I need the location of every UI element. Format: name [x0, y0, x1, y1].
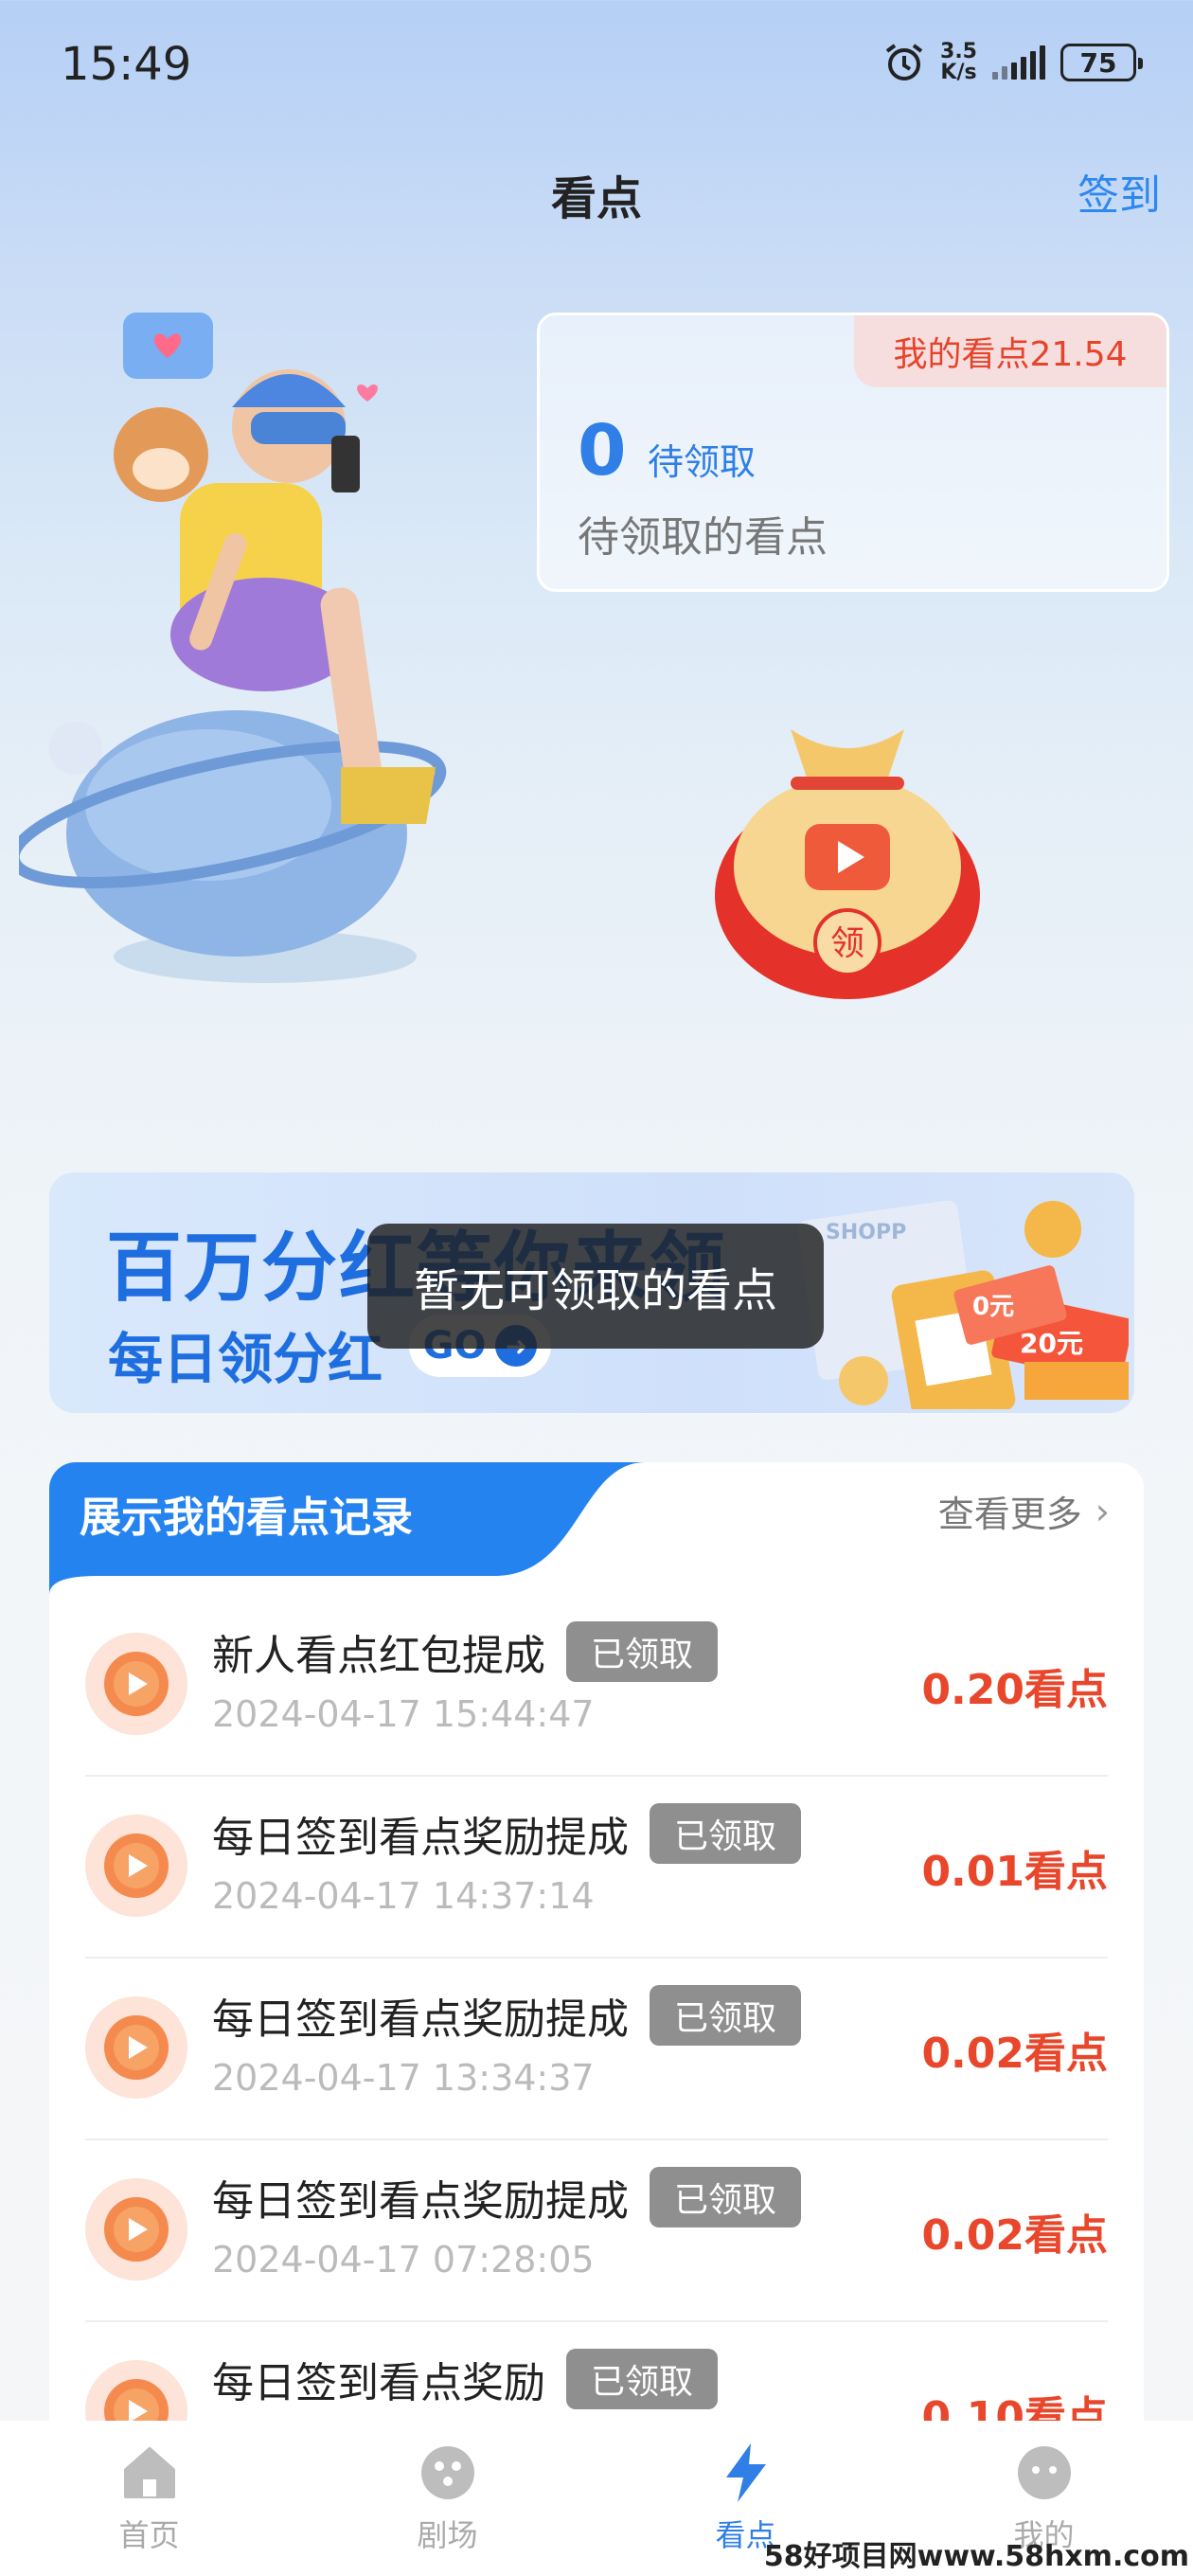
- my-points-badge: 我的看点21.54: [854, 315, 1166, 387]
- records-title: 展示我的看点记录: [80, 1494, 413, 1542]
- banner-subline: 每日领分红: [108, 1327, 383, 1391]
- record-amount: 0.02看点: [921, 2211, 1108, 2260]
- record-name: 每日签到看点奖励提成: [212, 2177, 629, 2226]
- record-row[interactable]: 每日签到看点奖励提成 已领取 2024-04-17 13:34:37 0.02看点: [85, 1959, 1108, 2140]
- nav-theater[interactable]: 剧场: [298, 2421, 596, 2576]
- status-badge: 已领取: [650, 2167, 802, 2227]
- status-badge: 已领取: [650, 1985, 802, 2046]
- sign-in-button[interactable]: 签到: [1077, 161, 1161, 222]
- theater-icon: [420, 2446, 474, 2499]
- status-badge: 已领取: [566, 1621, 719, 1682]
- svg-text:20元: 20元: [1020, 1328, 1083, 1359]
- svg-text:SHOPP: SHOPP: [826, 1221, 906, 1244]
- record-row[interactable]: 每日签到看点奖励提成 已领取 2024-04-17 14:37:14 0.01看点: [85, 1777, 1108, 1959]
- toast-message: 暂无可领取的看点: [367, 1224, 824, 1349]
- nav-label: 剧场: [417, 2517, 478, 2553]
- coin-icon: [85, 1815, 187, 1917]
- chevron-right-icon: ›: [1095, 1490, 1110, 1532]
- watermark: 58好项目网www.58hxm.com: [763, 2540, 1189, 2573]
- page-title: 看点: [550, 172, 642, 225]
- nav-label: 首页: [118, 2517, 180, 2553]
- records-card: 展示我的看点记录 查看更多 › 新人看点红包提成 已领取 2024-04-17 15:…: [49, 1462, 1144, 2576]
- record-amount: 0.02看点: [921, 2030, 1108, 2078]
- record-date: 2024-04-17 13:34:37: [212, 2057, 595, 2099]
- svg-text:0元: 0元: [972, 1293, 1014, 1321]
- status-badge: 已领取: [650, 1803, 802, 1864]
- signal-icon: [992, 45, 1045, 80]
- status-time: 15:49: [61, 38, 192, 91]
- status-icons: 3.5 K/s 75: [883, 40, 1143, 84]
- nav-home[interactable]: 首页: [0, 2421, 298, 2576]
- record-amount: 0.01看点: [921, 1848, 1108, 1896]
- pending-count-label: 待领取: [648, 441, 757, 483]
- record-date: 2024-04-17 14:37:14: [212, 1875, 595, 1917]
- coin-icon: [85, 1996, 187, 2099]
- record-name: 每日签到看点奖励提成: [212, 1995, 629, 2044]
- svg-text:领: 领: [830, 924, 864, 963]
- record-row[interactable]: 新人看点红包提成 已领取 2024-04-17 15:44:47 0.20看点: [85, 1595, 1108, 1777]
- record-date: 2024-04-17 15:44:47: [212, 1693, 595, 1735]
- red-envelope-bag-icon[interactable]: 领: [701, 701, 994, 1004]
- battery-icon: 75: [1060, 44, 1143, 81]
- pending-description: 待领取的看点: [578, 513, 828, 562]
- record-row[interactable]: 每日签到看点奖励提成 已领取 2024-04-17 07:28:05 0.02看点: [85, 2140, 1108, 2322]
- profile-icon: [1017, 2446, 1071, 2499]
- status-badge: 已领取: [566, 2349, 719, 2409]
- home-icon: [123, 2447, 175, 2498]
- lightning-icon: [725, 2443, 766, 2502]
- alarm-icon: [885, 44, 923, 80]
- record-name: 新人看点红包提成: [212, 1632, 545, 1680]
- pending-points-card[interactable]: 我的看点21.54 0 待领取 待领取的看点: [537, 313, 1169, 592]
- view-more-button[interactable]: 查看更多 ›: [938, 1485, 1110, 1537]
- record-name: 每日签到看点奖励: [212, 2359, 545, 2407]
- record-amount: 0.20看点: [921, 1666, 1108, 1714]
- hero-illustration: [19, 313, 447, 983]
- record-name: 每日签到看点奖励提成: [212, 1814, 629, 1862]
- pending-count: 0: [578, 410, 627, 492]
- coin-icon: [85, 2178, 187, 2281]
- record-date: 2024-04-17 07:28:05: [212, 2239, 595, 2281]
- net-speed: 3.5 K/s: [940, 40, 977, 84]
- coin-icon: [85, 1633, 187, 1735]
